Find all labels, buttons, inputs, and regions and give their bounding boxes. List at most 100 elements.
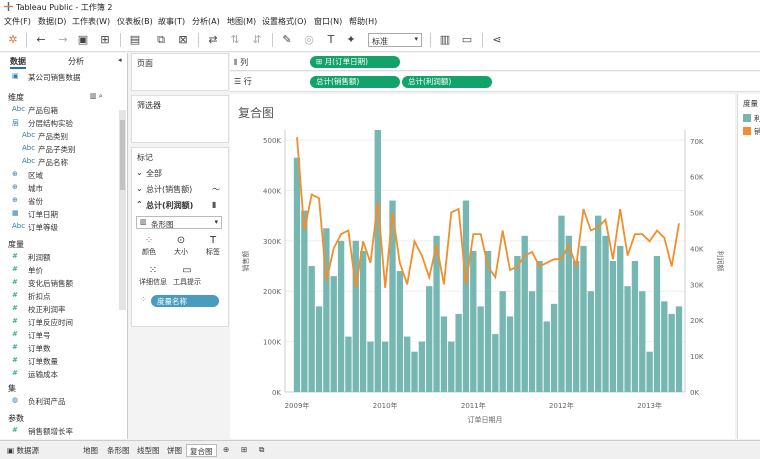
columns-pill-month[interactable]: ⊞ 月(订单日期) bbox=[310, 56, 400, 68]
legend-swatch-profit[interactable] bbox=[743, 114, 751, 122]
color-button[interactable]: ⁘ 颜色 bbox=[138, 234, 160, 259]
add-datasource-icon[interactable]: ⊞ bbox=[98, 33, 112, 47]
menu-format[interactable]: 设置格式(O) bbox=[262, 16, 307, 27]
dimension-item[interactable]: ⊕ 区域 bbox=[0, 170, 118, 182]
datasource-item[interactable]: ▣ 某公司销售数据 bbox=[0, 72, 118, 84]
measure-item[interactable]: # 订单数量 bbox=[0, 356, 118, 368]
menu-analysis[interactable]: 分析(A) bbox=[192, 16, 220, 27]
new-dashboard-icon[interactable]: ⊞ bbox=[238, 444, 250, 457]
y-right-tick-label: 50K bbox=[690, 210, 704, 218]
tooltip-button[interactable]: ▭ 工具提示 bbox=[172, 264, 202, 289]
new-story-icon[interactable]: ⧉ bbox=[256, 444, 267, 457]
measure-item[interactable]: # 折扣点 bbox=[0, 291, 118, 303]
datasource-tab[interactable]: ▣ 数据源 bbox=[4, 444, 42, 457]
search-icon[interactable]: ▥ ⌕ bbox=[90, 92, 103, 101]
size-button[interactable]: ⊙ 大小 bbox=[170, 234, 192, 259]
bar-mark bbox=[492, 334, 499, 392]
new-worksheet-icon[interactable]: ⊕ bbox=[220, 444, 232, 457]
dimension-item[interactable]: ⊕ 省份 bbox=[0, 196, 118, 208]
bar-mark bbox=[550, 303, 558, 392]
share-icon[interactable]: ⋖ bbox=[490, 33, 504, 47]
dimension-item[interactable]: Abc 产品子类别 bbox=[10, 144, 128, 156]
save-icon[interactable]: ▣ bbox=[76, 33, 90, 47]
duplicate-sheet-icon[interactable]: ⧉ bbox=[154, 33, 168, 47]
columns-shelf[interactable]: ⦀ 列 ⊞ 月(订单日期) bbox=[230, 53, 760, 71]
rows-shelf[interactable]: ☰ 行 总计(销售额) 总计(利润额) bbox=[230, 72, 760, 92]
label-icon[interactable]: T bbox=[324, 33, 338, 47]
dimension-item[interactable]: Abc 产品名称 bbox=[10, 157, 128, 169]
legend-swatch-sales[interactable] bbox=[743, 127, 751, 135]
new-sheet-icon[interactable]: ▤ bbox=[128, 33, 142, 47]
tab-line-chart[interactable]: 线型图 bbox=[134, 444, 163, 457]
sort-desc-icon[interactable]: ⇵ bbox=[250, 33, 264, 47]
bar-mark bbox=[359, 250, 367, 392]
measure-item[interactable]: # 订单反应时间 bbox=[0, 317, 118, 329]
measure-names-pill[interactable]: 度量名称 bbox=[151, 295, 219, 307]
mark-type-select[interactable]: ▥ 条形图 ▾ bbox=[136, 216, 222, 229]
menu-help[interactable]: 帮助(H) bbox=[349, 16, 377, 27]
dimension-type-icon: Abc bbox=[22, 144, 36, 152]
dimension-item[interactable]: ⊕ 城市 bbox=[0, 183, 118, 195]
bar-mark bbox=[653, 255, 661, 392]
tab-pie-chart[interactable]: 饼图 bbox=[164, 444, 185, 457]
menu-map[interactable]: 地图(M) bbox=[227, 16, 256, 27]
tab-bar-chart[interactable]: 条形图 bbox=[104, 444, 133, 457]
bar-mark bbox=[404, 336, 411, 392]
rows-pill-sales[interactable]: 总计(销售额) bbox=[310, 76, 400, 88]
collapse-pane-icon[interactable]: ◂ bbox=[118, 56, 122, 64]
y-left-tick-label: 200K bbox=[263, 288, 281, 296]
menu-worksheet[interactable]: 工作表(W) bbox=[72, 16, 110, 27]
measure-item[interactable]: # 运输成本 bbox=[0, 369, 118, 381]
pages-card[interactable]: 页面 bbox=[131, 53, 229, 91]
marks-sales-row[interactable]: ⌄ 总计(销售额) 〜 bbox=[136, 184, 224, 196]
bar-mark bbox=[411, 351, 418, 392]
tableau-home-icon[interactable]: ✲ bbox=[6, 33, 20, 47]
menu-dashboard[interactable]: 仪表板(B) bbox=[117, 16, 153, 27]
menu-data[interactable]: 数据(D) bbox=[38, 16, 66, 27]
marks-profit-row[interactable]: ⌃ 总计(利润额) ▮ bbox=[136, 200, 224, 212]
redo-icon[interactable]: → bbox=[56, 33, 70, 47]
set-item[interactable]: ◍ 负利润产品 bbox=[0, 396, 118, 408]
tab-analysis[interactable]: 分析 bbox=[68, 56, 84, 69]
group-icon[interactable]: ◎ bbox=[302, 33, 316, 47]
bar-mark bbox=[484, 250, 492, 392]
clear-sheet-icon[interactable]: ⊠ bbox=[176, 33, 190, 47]
measure-item[interactable]: # 订单数 bbox=[0, 343, 118, 355]
bar-mark-icon: ▮ bbox=[212, 200, 217, 209]
tab-map[interactable]: 地图 bbox=[80, 444, 101, 457]
tab-data[interactable]: 数据 bbox=[10, 56, 26, 69]
tab-combo-chart[interactable]: 复合图 bbox=[186, 444, 217, 457]
undo-icon[interactable]: ← bbox=[34, 33, 48, 47]
y-left-tick-label: 400K bbox=[263, 187, 281, 195]
label-button[interactable]: T 标签 bbox=[202, 234, 224, 259]
measure-item[interactable]: # 单价 bbox=[0, 265, 118, 277]
sort-asc-icon[interactable]: ⇅ bbox=[228, 33, 242, 47]
dimension-item[interactable]: 层分层结构实验 bbox=[0, 118, 118, 130]
param-item[interactable]: # 销售额增长率 bbox=[0, 426, 118, 438]
dimension-item[interactable]: Abc 产品类别 bbox=[10, 131, 128, 143]
bar-mark bbox=[470, 250, 477, 392]
filters-card[interactable]: 筛选器 bbox=[131, 95, 229, 143]
fit-select[interactable]: 标准 ▾ bbox=[368, 33, 422, 47]
measure-item[interactable]: # 利润额 bbox=[0, 252, 118, 264]
measure-item[interactable]: # 订单号 bbox=[0, 330, 118, 342]
measure-item[interactable]: # 校正利润率 bbox=[0, 304, 118, 316]
data-pane-scroll-thumb[interactable] bbox=[120, 120, 125, 190]
marks-all-row[interactable]: ⌄ 全部 bbox=[136, 168, 224, 180]
swap-axes-icon[interactable]: ⇄ bbox=[206, 33, 220, 47]
presentation-icon[interactable]: ▭ bbox=[460, 33, 474, 47]
rows-pill-profit[interactable]: 总计(利润额) bbox=[402, 76, 492, 88]
menu-story[interactable]: 故事(T) bbox=[158, 16, 185, 27]
dimension-item[interactable]: Abc 订单等级 bbox=[0, 222, 118, 234]
show-cards-icon[interactable]: ▥ bbox=[438, 33, 452, 47]
dimension-item[interactable]: Abc 产品包箱 bbox=[0, 105, 118, 117]
pin-icon[interactable]: ✦ bbox=[344, 33, 358, 47]
dimension-item[interactable]: ▦ 订单日期 bbox=[0, 209, 118, 221]
detail-button[interactable]: ⁙ 详细信息 bbox=[138, 264, 168, 289]
measure-icon: # bbox=[12, 369, 18, 377]
highlight-icon[interactable]: ✎ bbox=[280, 33, 294, 47]
menu-window[interactable]: 窗口(N) bbox=[314, 16, 342, 27]
measure-item[interactable]: # 变化后销售额 bbox=[0, 278, 118, 290]
param-icon: # bbox=[12, 426, 18, 434]
menu-file[interactable]: 文件(F) bbox=[4, 16, 31, 27]
